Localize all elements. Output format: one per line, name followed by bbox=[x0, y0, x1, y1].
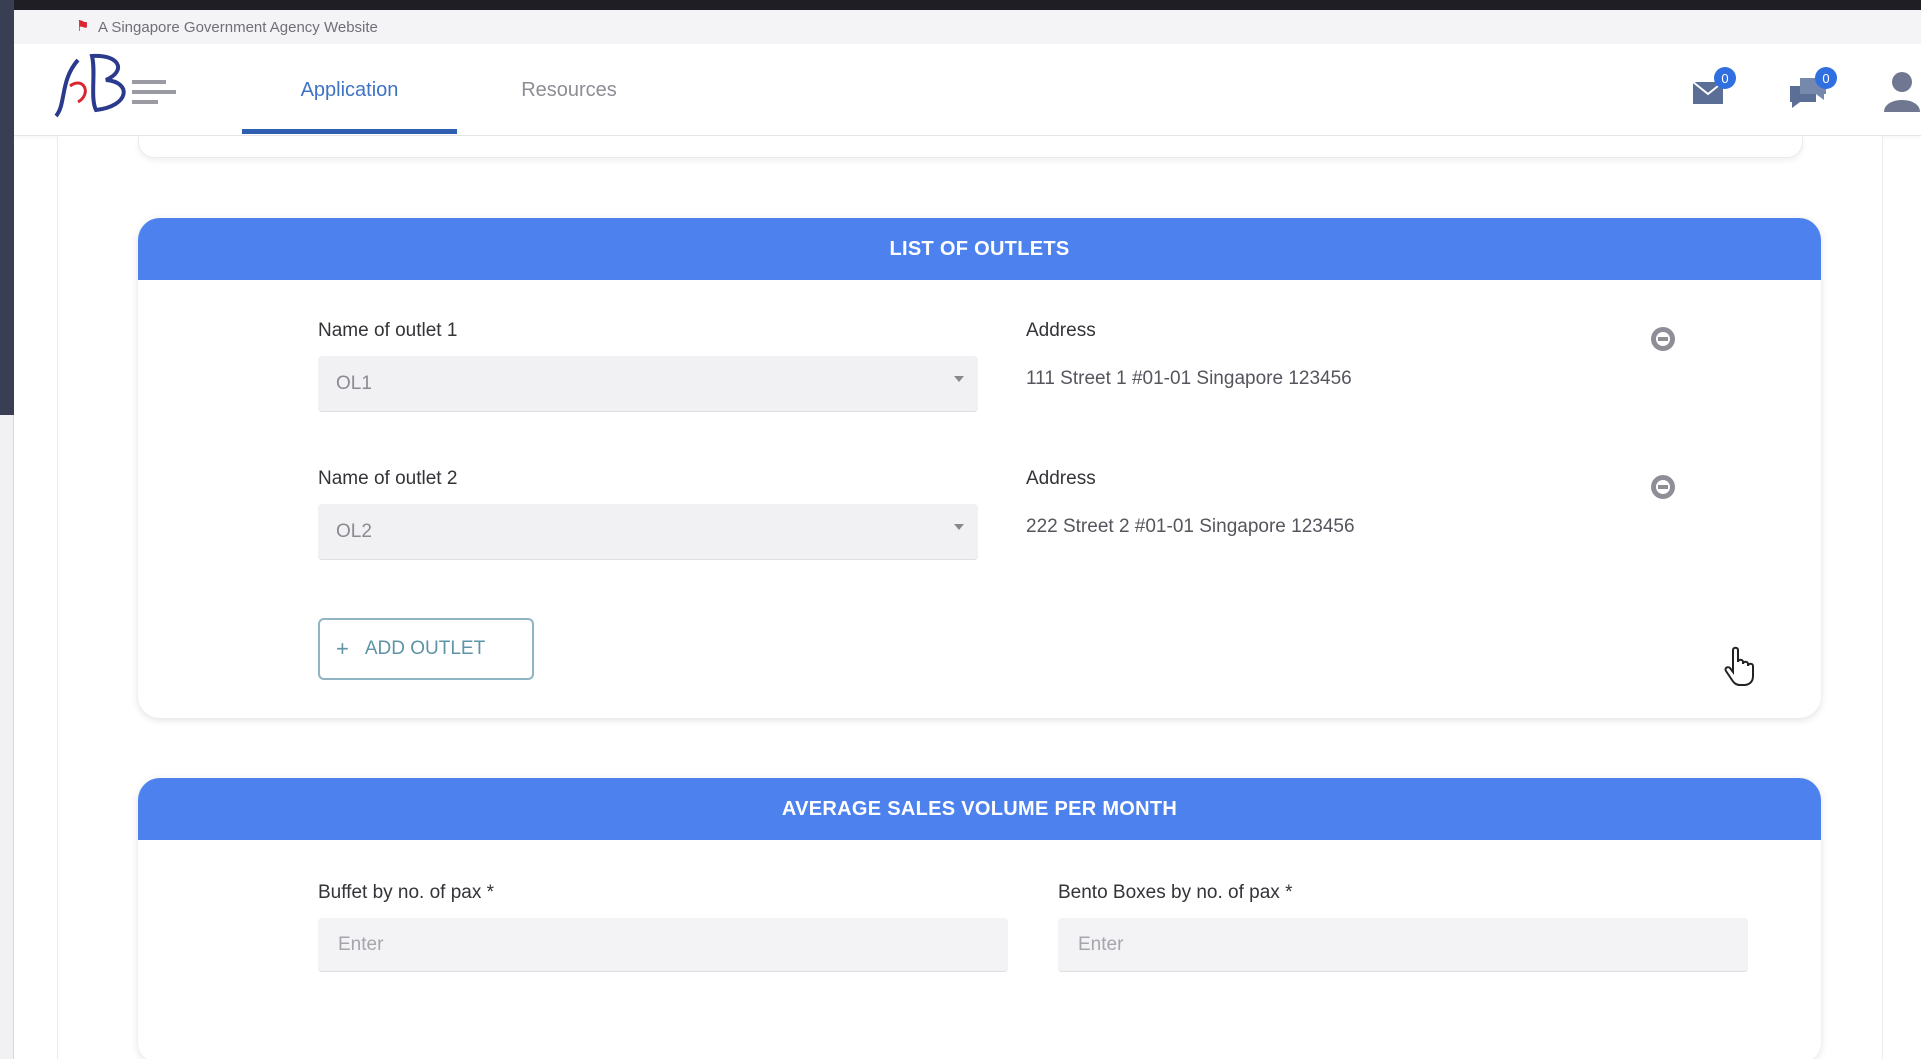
outlets-card: LIST OF OUTLETS Name of outlet 1 OL1 Add… bbox=[138, 218, 1821, 718]
chevron-down-icon bbox=[954, 524, 964, 530]
outlet-1-name-label: Name of outlet 1 bbox=[318, 320, 458, 341]
sales-card-title: AVERAGE SALES VOLUME PER MONTH bbox=[138, 778, 1821, 840]
tab-resources[interactable]: Resources bbox=[484, 44, 654, 136]
outlet-1-select[interactable]: OL1 bbox=[318, 356, 978, 412]
chevron-down-icon bbox=[954, 376, 964, 382]
mail-badge: 0 bbox=[1721, 71, 1728, 86]
outlet-2-address: 222 Street 2 #01-01 Singapore 123456 bbox=[1026, 516, 1355, 537]
remove-outlet-2-icon[interactable] bbox=[1648, 472, 1678, 502]
sales-volume-card: AVERAGE SALES VOLUME PER MONTH Buffet by… bbox=[138, 778, 1821, 1059]
hand-pointer-icon bbox=[1723, 646, 1757, 686]
mail-icon[interactable]: 0 bbox=[1689, 64, 1741, 116]
left-window-edge bbox=[0, 0, 14, 415]
left-window-border bbox=[0, 415, 14, 1059]
previous-card-edge bbox=[138, 136, 1803, 158]
buffet-pax-label: Buffet by no. of pax * bbox=[318, 882, 495, 903]
outlet-2-name-label: Name of outlet 2 bbox=[318, 468, 458, 489]
bento-pax-label: Bento Boxes by no. of pax * bbox=[1058, 882, 1293, 903]
chat-badge: 0 bbox=[1822, 71, 1829, 86]
main-content: LIST OF OUTLETS Name of outlet 1 OL1 Add… bbox=[57, 136, 1883, 1059]
remove-outlet-1-icon[interactable] bbox=[1648, 324, 1678, 354]
buffet-pax-input[interactable] bbox=[318, 918, 1008, 972]
lion-head-icon: ⚑ bbox=[76, 18, 90, 35]
bento-pax-input[interactable] bbox=[1058, 918, 1748, 972]
outlets-card-title: LIST OF OUTLETS bbox=[138, 218, 1821, 280]
outlet-2-select[interactable]: OL2 bbox=[318, 504, 978, 560]
user-icon[interactable] bbox=[1882, 64, 1921, 116]
tab-application[interactable]: Application bbox=[242, 44, 457, 136]
gov-masthead: ⚑ A Singapore Government Agency Website bbox=[14, 10, 1921, 44]
window-top-bar bbox=[0, 0, 1921, 10]
outlet-2-selected-value: OL2 bbox=[336, 520, 372, 542]
outlet-2-address-label: Address bbox=[1026, 468, 1096, 489]
outlet-1-address-label: Address bbox=[1026, 320, 1096, 341]
add-outlet-button[interactable]: + ADD OUTLET bbox=[318, 618, 534, 680]
agency-logo[interactable] bbox=[48, 50, 208, 126]
masthead-text: A Singapore Government Agency Website bbox=[98, 18, 378, 36]
chat-icon[interactable]: 0 bbox=[1786, 64, 1838, 116]
plus-icon: + bbox=[336, 636, 349, 661]
outlet-1-selected-value: OL1 bbox=[336, 372, 372, 394]
outlet-1-address: 111 Street 1 #01-01 Singapore 123456 bbox=[1026, 368, 1352, 389]
add-outlet-label: ADD OUTLET bbox=[364, 638, 486, 659]
top-nav: Application Resources 0 0 bbox=[14, 44, 1921, 136]
